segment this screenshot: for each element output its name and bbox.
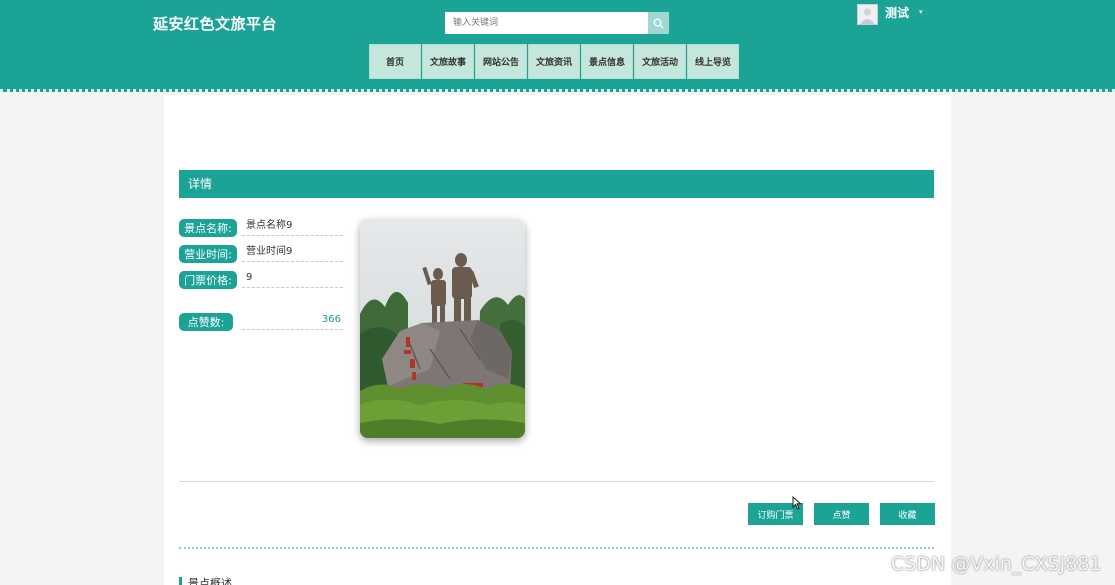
nav-item-news[interactable]: 文旅资讯 — [528, 44, 580, 79]
attraction-photo — [360, 219, 525, 438]
nav-item-attractions[interactable]: 景点信息 — [581, 44, 633, 79]
search-button[interactable] — [648, 12, 669, 34]
field-value-hours: 营业时间9 — [242, 244, 343, 262]
search-icon — [653, 18, 664, 29]
detail-section-title: 详情 — [179, 170, 934, 198]
field-value-price: 9 — [242, 270, 343, 288]
main-content: 详情 景点名称: 景点名称9 营业时间: 营业时间9 门票价格: 9 点赞数: … — [164, 95, 951, 585]
user-menu[interactable]: 测试 ▾ — [857, 4, 923, 25]
dotted-divider — [179, 547, 934, 549]
divider — [179, 481, 934, 482]
search-bar — [445, 12, 669, 34]
username: 测试 — [885, 6, 910, 20]
nav-item-online-tour[interactable]: 线上导览 — [687, 44, 739, 79]
nav-item-home[interactable]: 首页 — [369, 44, 421, 79]
avatar[interactable] — [857, 4, 878, 25]
search-input[interactable] — [445, 12, 648, 34]
header: 延安红色文旅平台 测试 ▾ 首页 文旅故事 网站公告 文旅资讯 景点信息 文旅活… — [0, 0, 1115, 92]
watermark: CSDN @Vxin_CXSJ881 — [891, 553, 1102, 575]
field-label-price: 门票价格: — [179, 271, 237, 289]
mouse-cursor-icon — [792, 496, 802, 510]
overview-heading: 景点概述 — [179, 577, 232, 585]
like-button[interactable]: 点赞 — [814, 503, 869, 525]
field-label-hours: 营业时间: — [179, 245, 237, 263]
user-avatar-icon — [858, 5, 877, 24]
nav-item-stories[interactable]: 文旅故事 — [422, 44, 474, 79]
main-nav: 首页 文旅故事 网站公告 文旅资讯 景点信息 文旅活动 线上导览 — [369, 44, 739, 79]
nav-item-activities[interactable]: 文旅活动 — [634, 44, 686, 79]
like-count-label: 点赞数: — [179, 313, 233, 331]
field-value-name: 景点名称9 — [242, 218, 343, 236]
statue-image — [360, 219, 525, 438]
like-count-value: 366 — [242, 312, 343, 330]
favorite-button[interactable]: 收藏 — [880, 503, 935, 525]
site-logo[interactable]: 延安红色文旅平台 — [153, 13, 277, 34]
field-label-name: 景点名称: — [179, 219, 237, 237]
chevron-down-icon[interactable]: ▾ — [919, 8, 923, 16]
nav-item-announcements[interactable]: 网站公告 — [475, 44, 527, 79]
